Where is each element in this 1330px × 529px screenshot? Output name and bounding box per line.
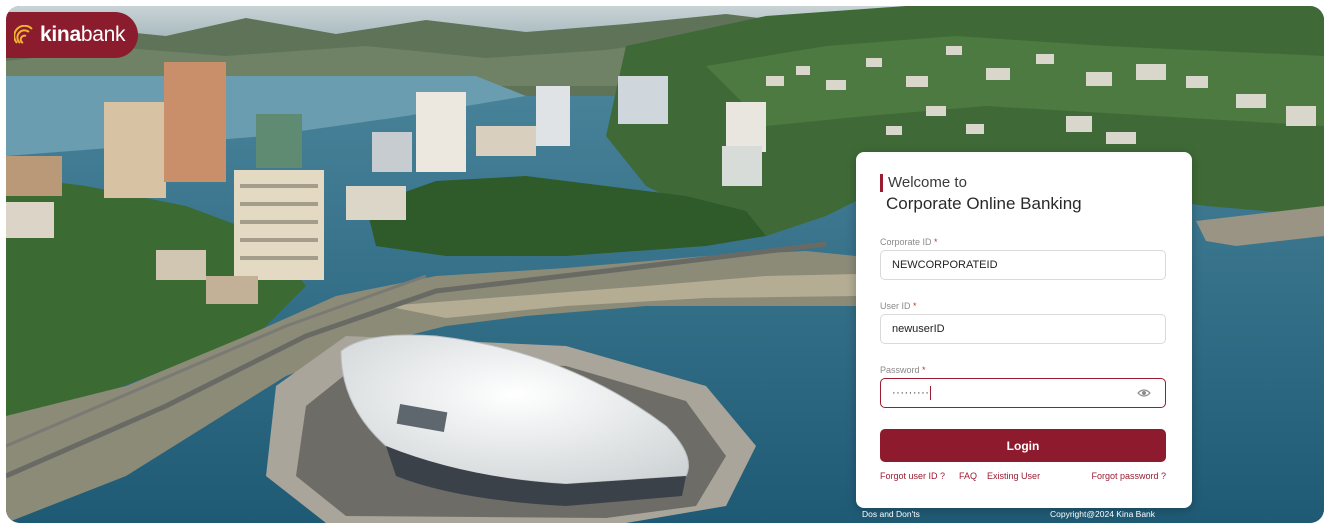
copyright-text: Copyright@2024 Kina Bank (1050, 509, 1156, 519)
user-id-label: User ID * (880, 301, 917, 311)
background-frame: kinabank Welcome to Corporate Online Ban… (6, 6, 1324, 523)
welcome-text: Welcome to (880, 174, 967, 192)
help-links: Forgot user ID ? FAQ Existing User Forgo… (880, 471, 1166, 481)
kina-logo-icon (14, 25, 33, 44)
password-label: Password * (880, 365, 926, 375)
faq-link[interactable]: FAQ (959, 471, 977, 481)
forgot-password-link[interactable]: Forgot password ? (1091, 471, 1166, 481)
password-field[interactable]: ········· (880, 378, 1166, 408)
corporate-id-field[interactable]: NEWCORPORATEID (880, 250, 1166, 280)
existing-user-link[interactable]: Existing User (987, 471, 1040, 481)
login-card: Welcome to Corporate Online Banking Corp… (856, 152, 1192, 508)
eye-icon[interactable] (1137, 388, 1151, 398)
user-id-field[interactable]: newuserID (880, 314, 1166, 344)
brand-name: kinabank (40, 23, 126, 46)
page-title: Corporate Online Banking (886, 194, 1082, 213)
text-caret (930, 386, 932, 400)
kina-bank-logo[interactable]: kinabank (6, 12, 138, 58)
dos-and-donts-link[interactable]: Dos and Don'ts (862, 509, 920, 519)
corporate-id-label: Corporate ID * (880, 237, 938, 247)
forgot-user-id-link[interactable]: Forgot user ID ? (880, 471, 945, 481)
login-button[interactable]: Login (880, 429, 1166, 462)
